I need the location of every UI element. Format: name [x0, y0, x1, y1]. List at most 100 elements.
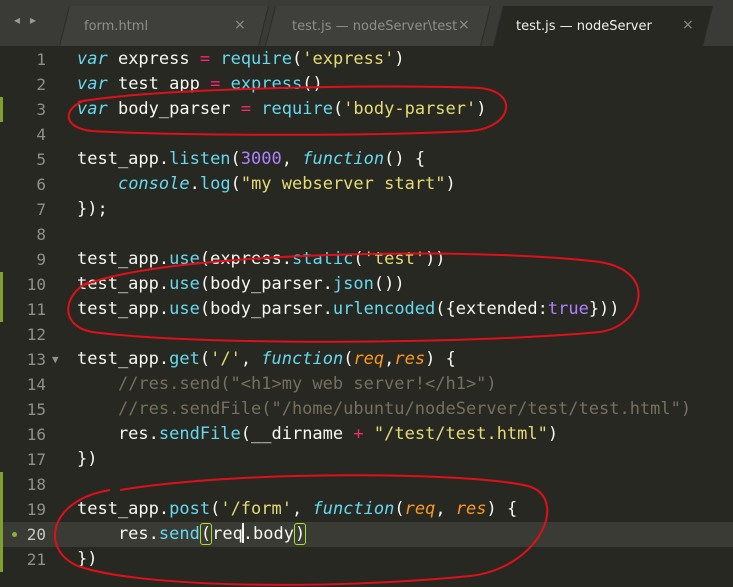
code-token: 'body-parser'	[343, 99, 477, 119]
code-text: //res.send("<h1>my web server!</h1>")	[77, 372, 497, 397]
line-number: 19	[26, 500, 46, 519]
close-icon[interactable]: ×	[458, 17, 470, 33]
code-token: test_app.	[77, 249, 170, 269]
back-arrow-icon[interactable]: ◂	[14, 10, 28, 30]
line-number: 2	[36, 75, 46, 94]
code-line-7[interactable]: 7});	[0, 197, 733, 222]
code-token: .body	[242, 524, 294, 544]
tab-test-js-nodeserver-test[interactable]: test.js — nodeServer\test ×	[265, 6, 491, 46]
code-token: test_app.	[77, 349, 170, 369]
code-editor[interactable]: 1 var express = require('express') 2 var te…	[0, 46, 733, 587]
code-token: 3000	[240, 149, 282, 169]
modified-line-marker	[0, 97, 3, 122]
code-text: });	[77, 197, 108, 222]
code-token: function	[312, 499, 395, 519]
tab-label: test.js — nodeServer	[516, 19, 652, 34]
code-line-1[interactable]: 1 var express = require('express')	[0, 47, 733, 72]
line-number: 10	[26, 275, 46, 294]
code-token: +	[353, 424, 364, 444]
tab-bar: ◂ ▸ form.html × test.js — nodeServer\tes…	[0, 0, 733, 46]
code-line-9[interactable]: 9 test_app.use(express.static('test'))	[0, 247, 733, 272]
code-token: )	[547, 424, 559, 444]
forward-arrow-icon[interactable]: ▸	[30, 10, 44, 30]
tab-form-html[interactable]: form.html ×	[59, 6, 269, 46]
code-token: (body_parser.	[199, 274, 333, 294]
code-line-11[interactable]: 11 test_app.use(body_parser.urlencoded({e…	[0, 297, 733, 322]
code-line-15[interactable]: 15 //res.sendFile("/home/ubuntu/nodeServ…	[0, 397, 733, 422]
line-number: 11	[26, 300, 46, 319]
line-number: 13	[26, 350, 46, 369]
code-token: test_app.	[77, 299, 170, 319]
code-token: (	[210, 499, 221, 519]
code-text: test_app.use(body_parser.json())	[77, 272, 405, 297]
code-text: test_app.post('/form', function(req, res…	[77, 497, 517, 522]
code-line-16[interactable]: 16 res.sendFile(__dirname + "/test/test.…	[0, 422, 733, 447]
code-text: test_app.use(body_parser.urlencoded({ext…	[77, 297, 620, 322]
tab-label: form.html	[84, 19, 149, 34]
code-line-20[interactable]: 20 res.send(req.body)	[0, 522, 733, 547]
code-token: (body_parser.	[199, 299, 333, 319]
code-text: //res.sendFile("/home/ubuntu/nodeServer/…	[77, 397, 691, 422]
code-token: =	[240, 99, 252, 119]
line-number: 9	[36, 250, 46, 269]
code-token: express	[107, 49, 200, 69]
line-number: 1	[36, 50, 46, 69]
code-token: test_app.	[77, 499, 170, 519]
code-token: json	[332, 274, 374, 294]
code-token: urlencoded	[332, 299, 436, 319]
code-token: req	[404, 499, 436, 519]
code-text: })	[77, 547, 97, 572]
code-token: 'test'	[363, 249, 426, 269]
code-text: res.send(req.body)	[77, 522, 307, 547]
code-line-17[interactable]: 17})	[0, 447, 733, 472]
matched-bracket: )	[294, 523, 307, 545]
code-line-10[interactable]: 10 test_app.use(body_parser.json())	[0, 272, 733, 297]
code-token: (__dirname	[240, 424, 354, 444]
modified-line-marker	[0, 297, 3, 322]
code-line-21[interactable]: 21})	[0, 547, 733, 572]
code-token: ) {	[425, 349, 456, 369]
close-icon[interactable]: ×	[234, 17, 246, 33]
code-token: )	[476, 99, 487, 119]
code-token: })	[77, 449, 98, 469]
code-token: ,	[240, 349, 262, 369]
line-number: 17	[26, 450, 46, 469]
code-line-2[interactable]: 2 var test_app = express()	[0, 72, 733, 97]
code-token: ()	[302, 74, 323, 94]
code-token: log	[199, 174, 231, 194]
code-line-13[interactable]: 13 ▼ test_app.get('/', function(req,res) {	[0, 347, 733, 372]
code-line-8[interactable]: 8	[0, 222, 733, 247]
tab-test-js-nodeserver[interactable]: test.js — nodeServer ×	[493, 6, 713, 46]
editor-window: ◂ ▸ form.html × test.js — nodeServer\tes…	[0, 0, 733, 587]
code-line-5[interactable]: 5 test_app.listen(3000, function() {	[0, 147, 733, 172]
code-line-12[interactable]: 12	[0, 322, 733, 347]
code-token: )	[445, 174, 456, 194]
close-icon[interactable]: ×	[682, 17, 694, 33]
code-text: var body_parser = require('body-parser')	[77, 97, 487, 122]
code-token: req	[212, 524, 243, 544]
code-line-18[interactable]: 18	[0, 472, 733, 497]
code-line-19[interactable]: 19 test_app.post('/form', function(req, r…	[0, 497, 733, 522]
code-token: (express.	[199, 249, 292, 269]
code-line-6[interactable]: 6 console.log("my webserver start")	[0, 172, 733, 197]
line-number: 12	[26, 325, 46, 344]
code-token: .	[189, 174, 200, 194]
code-token: ({extended:	[435, 299, 548, 319]
code-token: '/form'	[220, 499, 292, 519]
code-line-14[interactable]: 14 //res.send("<h1>my web server!</h1>")	[0, 372, 733, 397]
code-token: (	[230, 149, 241, 169]
code-token: ,	[384, 349, 395, 369]
code-token: //res.sendFile("/home/ubuntu/nodeServer/…	[117, 399, 692, 419]
code-token: })	[77, 549, 98, 569]
code-line-3[interactable]: 3 var body_parser = require('body-parser'…	[0, 97, 733, 122]
code-line-4[interactable]: 4	[0, 122, 733, 147]
fold-arrow-icon[interactable]: ▼	[52, 347, 59, 372]
modified-line-marker	[0, 472, 3, 497]
code-text: res.sendFile(__dirname + "/test/test.htm…	[77, 422, 558, 447]
code-token: });	[77, 199, 108, 219]
code-text: console.log("my webserver start")	[77, 172, 456, 197]
line-number: 5	[36, 150, 46, 169]
code-token: listen	[169, 149, 231, 169]
code-text: test_app.use(express.static('test'))	[77, 247, 446, 272]
